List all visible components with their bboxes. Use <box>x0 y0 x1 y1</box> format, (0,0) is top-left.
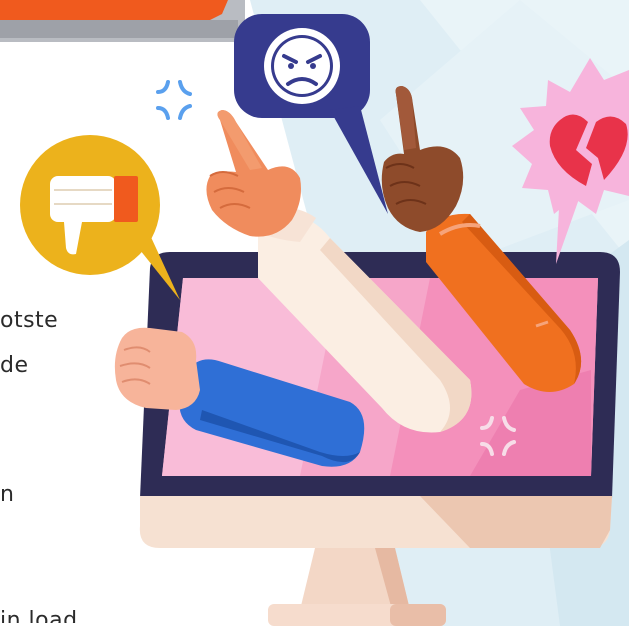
pointing-hand-light <box>206 110 301 237</box>
fist-hand <box>114 327 200 410</box>
cyberbullying-illustration <box>20 14 629 626</box>
illustration-stage: otste de n in load <box>0 0 629 626</box>
monitor-stand <box>268 548 446 626</box>
angry-face-icon <box>264 28 340 104</box>
broken-heart-bubble <box>512 58 629 264</box>
anger-symbol-icon <box>156 80 192 120</box>
pointing-hand-dark <box>381 86 464 232</box>
